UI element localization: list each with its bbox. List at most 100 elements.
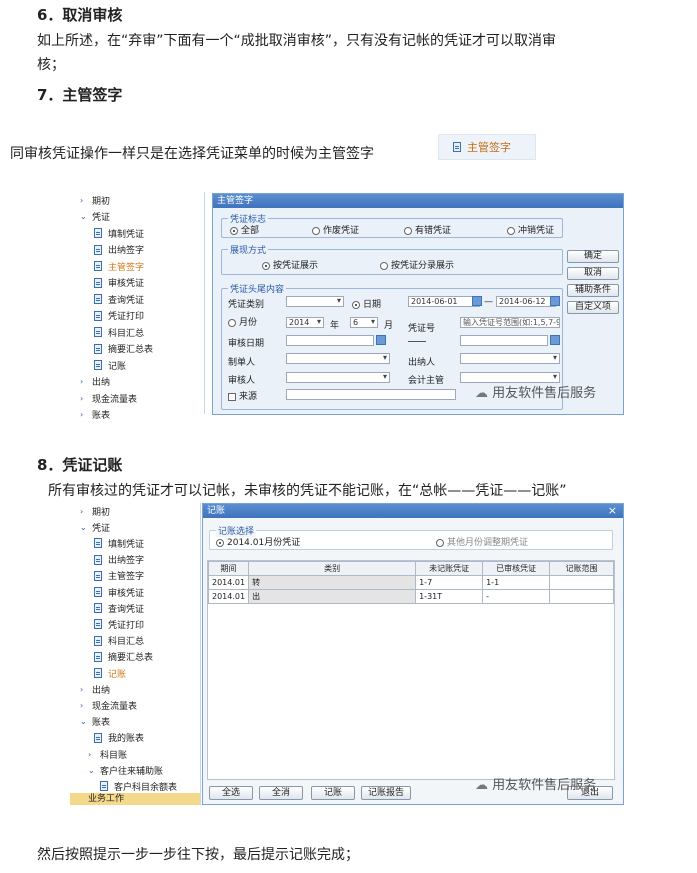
auditor-select[interactable]: [286, 372, 390, 383]
table-row[interactable]: 2014.01 转 1-7 1-1: [207, 575, 614, 590]
tree-item-11[interactable]: › 出纳: [80, 374, 110, 390]
watermark: ☁ 用友软件售后服务: [475, 778, 597, 793]
cancel-button[interactable]: 取消: [567, 267, 619, 280]
radio-error[interactable]: 有错凭证: [404, 223, 451, 236]
cell-range[interactable]: [549, 575, 614, 590]
radio-reversal[interactable]: 冲销凭证: [507, 223, 554, 236]
radio-month[interactable]: 月份: [228, 315, 257, 328]
tree-item-16[interactable]: ⌄ 客户往来辅助账: [88, 762, 163, 778]
dialog-title: 主管签字: [213, 194, 623, 208]
tree-item-10[interactable]: 记账: [94, 357, 126, 373]
select-all-button[interactable]: 全选: [209, 786, 253, 800]
chevron-right-icon: ›: [80, 393, 84, 403]
audit-date-to-input[interactable]: [460, 335, 548, 346]
tree-item-3[interactable]: 出纳签字: [94, 242, 144, 258]
document-icon: [94, 603, 102, 614]
tree-item-1[interactable]: ⌄ 凭证: [80, 209, 110, 225]
tree-item-3[interactable]: 出纳签字: [94, 552, 144, 568]
tree-item-label: 填制凭证: [108, 539, 145, 550]
tree-item-9[interactable]: 摘要汇总表: [94, 649, 153, 665]
post-button[interactable]: 记账: [311, 786, 355, 800]
calendar-icon[interactable]: [550, 335, 560, 345]
cell-range[interactable]: [549, 589, 614, 604]
cashier-select[interactable]: [460, 353, 560, 364]
close-icon[interactable]: ×: [608, 504, 617, 518]
voucher-type-select[interactable]: [286, 296, 344, 307]
post-report-button[interactable]: 记账报告: [361, 786, 411, 800]
tree-item-13[interactable]: ⌄ 账表: [80, 714, 110, 730]
tree-item-6[interactable]: 查询凭证: [94, 600, 144, 616]
radio-all[interactable]: 全部: [230, 223, 259, 236]
document-icon: [94, 277, 102, 288]
radio-void[interactable]: 作废凭证: [312, 223, 359, 236]
dialog-title: 记账: [207, 506, 226, 516]
tree-item-4[interactable]: 主管签字: [94, 258, 144, 274]
date-from-input[interactable]: 2014-06-01: [408, 296, 480, 307]
tree-item-6[interactable]: 查询凭证: [94, 291, 144, 307]
ok-button[interactable]: 确定: [567, 250, 619, 263]
cell-unposted: 1-7: [415, 575, 484, 590]
tree-item-5[interactable]: 审核凭证: [94, 584, 144, 600]
posting-table: 期间 类别 未记账凭证 已审核凭证 记账范围 2014.01 转 1-7 1-1…: [207, 561, 614, 604]
radio-current-month[interactable]: 2014.01月份凭证: [216, 535, 300, 548]
tree-item-10[interactable]: 记账: [94, 665, 126, 681]
tree-item-5[interactable]: 审核凭证: [94, 275, 144, 291]
tree-item-11[interactable]: › 出纳: [80, 681, 110, 697]
month-select[interactable]: 6: [350, 317, 378, 328]
tree-item-0[interactable]: › 期初: [80, 503, 110, 519]
col-unposted: 未记账凭证: [415, 561, 484, 576]
deselect-all-button[interactable]: 全消: [259, 786, 303, 800]
tree-item-label: 主管签字: [108, 572, 145, 583]
tree-item-4[interactable]: 主管签字: [94, 568, 144, 584]
business-work-tab[interactable]: 业务工作: [70, 793, 200, 805]
tree-item-label: 审核凭证: [108, 588, 145, 599]
tree-item-0[interactable]: › 期初: [80, 192, 110, 208]
calendar-icon[interactable]: [472, 296, 482, 306]
tree-item-14[interactable]: 我的账表: [94, 730, 144, 746]
voucher-flag-group: 凭证标志 全部 作废凭证 有错凭证 冲销凭证: [221, 212, 563, 238]
tree-item-12[interactable]: › 现金流量表: [80, 390, 137, 406]
radio-by-voucher[interactable]: 按凭证展示: [262, 258, 318, 271]
tree-item-label: 期初: [92, 196, 111, 207]
tree-item-8[interactable]: 科目汇总: [94, 633, 144, 649]
calendar-icon[interactable]: [550, 296, 560, 306]
menu-item-supervisor-sign[interactable]: 主管签字: [438, 134, 536, 160]
tree-item-12[interactable]: › 现金流量表: [80, 697, 137, 713]
document-icon: [94, 554, 102, 565]
audit-date-input[interactable]: [286, 335, 374, 346]
radio-by-entry[interactable]: 按凭证分录展示: [380, 258, 454, 271]
year-select[interactable]: 2014: [286, 317, 324, 328]
tree-item-label: 摘要汇总表: [108, 345, 154, 355]
tree-item-label: 科目汇总: [108, 637, 145, 648]
table-row[interactable]: 2014.01 出 1-31T -: [207, 589, 614, 604]
tree-item-label: 凭证: [92, 213, 111, 223]
chevron-right-icon: ›: [80, 377, 84, 386]
tree-item-8[interactable]: 科目汇总: [94, 324, 144, 340]
document-icon: [94, 343, 102, 354]
maker-select[interactable]: [286, 353, 390, 364]
aux-condition-button[interactable]: 辅助条件: [567, 284, 619, 297]
tree-item-13[interactable]: › 账表: [80, 407, 110, 423]
tree-item-label: 出纳签字: [108, 556, 145, 567]
tree-item-15[interactable]: › 科目账: [88, 746, 127, 762]
custom-item-button[interactable]: 自定义项: [567, 301, 619, 314]
document-icon: [94, 294, 102, 304]
tree-item-label: 账表: [92, 718, 111, 729]
date-to-input[interactable]: 2014-06-12: [496, 296, 556, 307]
calendar-icon[interactable]: [376, 335, 386, 345]
tree-item-17[interactable]: 客户科目余额表: [100, 778, 177, 794]
tree-item-7[interactable]: 凭证打印: [94, 616, 144, 632]
chevron-right-icon: ›: [80, 506, 84, 516]
tree-item-7[interactable]: 凭证打印: [94, 308, 144, 324]
tree-item-label: 出纳签字: [108, 246, 145, 256]
tree-item-2[interactable]: 填制凭证: [94, 535, 144, 551]
radio-other-month[interactable]: 其他月份调整期凭证: [436, 535, 528, 548]
tree-item-9[interactable]: 摘要汇总表: [94, 341, 153, 357]
tree-item-label: 客户科目余额表: [114, 782, 178, 793]
voucher-no-input[interactable]: 输入凭证号范围(如:1,5,7-9: [460, 317, 560, 328]
tree-item-1[interactable]: ⌄ 凭证: [80, 519, 110, 535]
source-checkbox[interactable]: 来源: [228, 389, 257, 402]
tree-item-2[interactable]: 填制凭证: [94, 225, 144, 241]
source-input[interactable]: [286, 389, 456, 400]
radio-date[interactable]: 日期: [352, 297, 381, 310]
